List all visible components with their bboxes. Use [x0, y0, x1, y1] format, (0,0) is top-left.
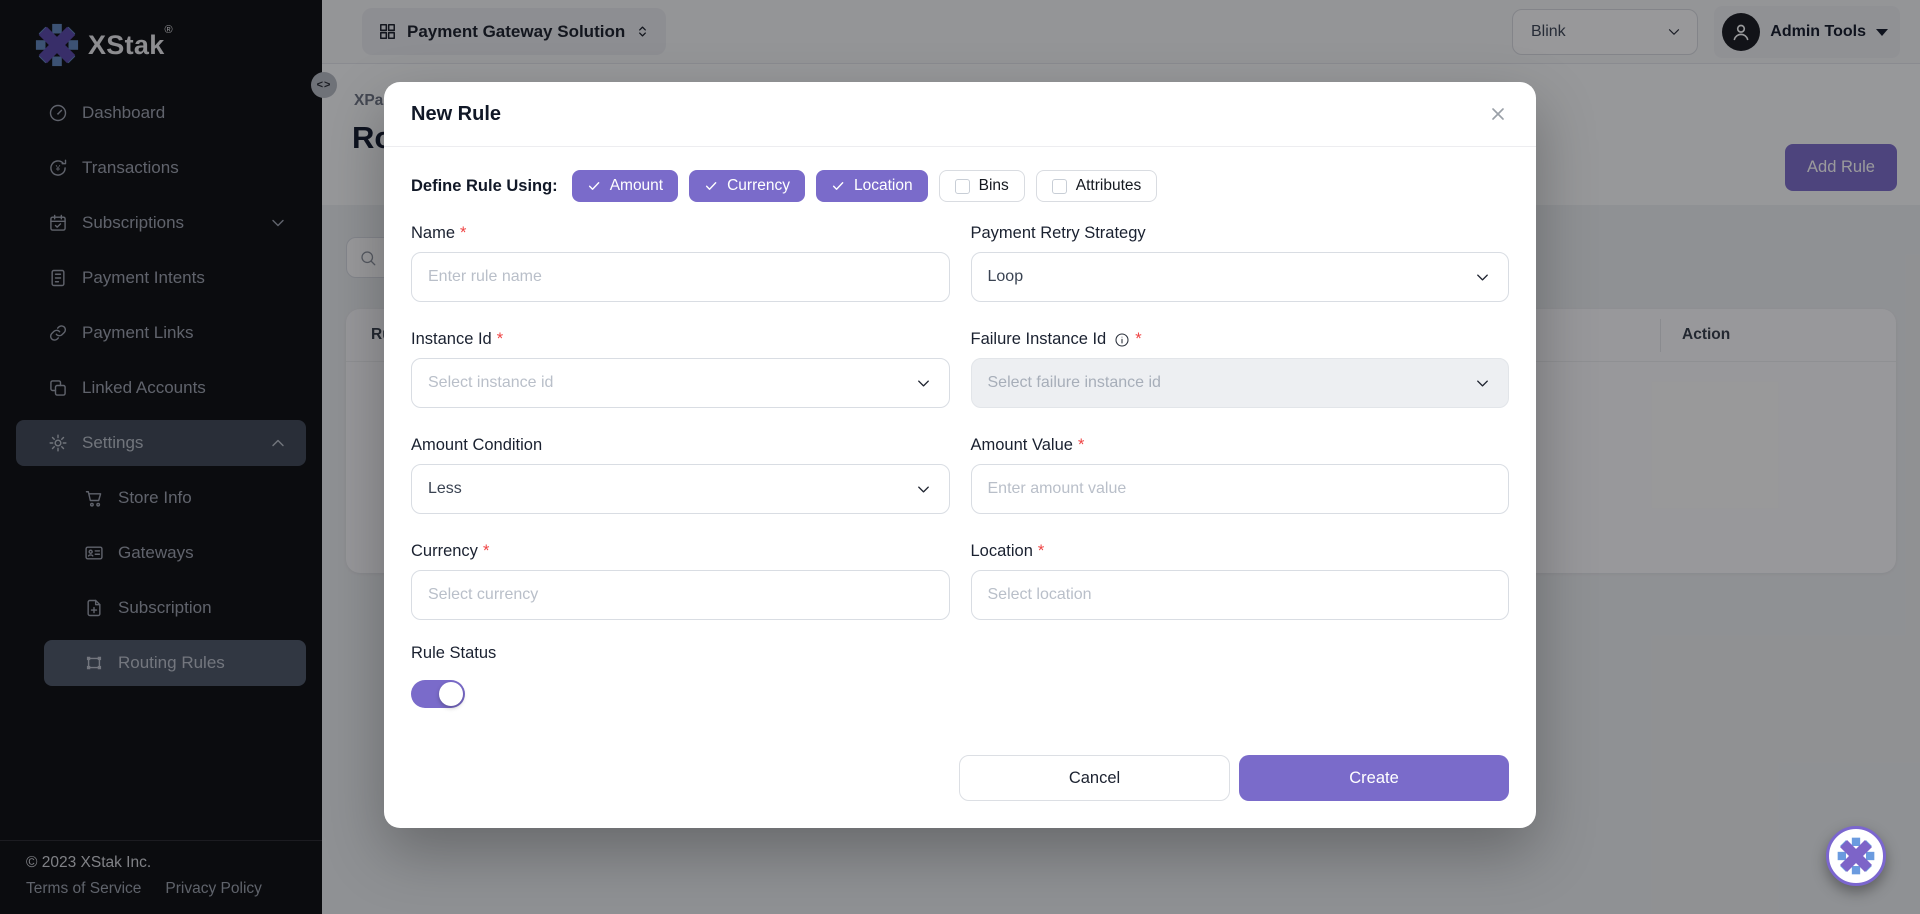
location-label: Location — [971, 542, 1033, 561]
chevron-down-icon — [914, 374, 933, 393]
field-amount-value: Amount Value * — [971, 436, 1510, 514]
failure-instance-id-select: Select failure instance id — [971, 358, 1510, 408]
retry-strategy-label: Payment Retry Strategy — [971, 224, 1146, 243]
failure-instance-id-placeholder: Select failure instance id — [988, 374, 1161, 392]
required-asterisk: * — [1078, 436, 1084, 455]
field-failure-instance-id: Failure Instance Id * Select failure ins… — [971, 330, 1510, 408]
amount-value-input[interactable] — [971, 464, 1510, 514]
app-root: XStak® Dashboard ¥ Transactions Subscrip… — [0, 0, 1920, 914]
field-retry-strategy: Payment Retry Strategy Loop — [971, 224, 1510, 302]
checkbox-empty-icon — [955, 179, 970, 194]
rule-form: Name * Payment Retry Strategy Loop Instan… — [411, 224, 1509, 620]
toggle-currency[interactable]: Currency — [689, 170, 805, 202]
toggle-label: Attributes — [1076, 177, 1141, 195]
retry-strategy-value: Loop — [988, 268, 1024, 286]
close-button[interactable] — [1484, 100, 1512, 128]
toggle-label: Currency — [727, 177, 790, 195]
amount-condition-select[interactable]: Less — [411, 464, 950, 514]
toggle-location[interactable]: Location — [816, 170, 928, 202]
instance-id-label: Instance Id — [411, 330, 492, 349]
amount-condition-value: Less — [428, 480, 462, 498]
xstak-logo-icon — [1836, 836, 1876, 876]
field-amount-condition: Amount Condition Less — [411, 436, 950, 514]
modal-footer: Cancel Create — [959, 755, 1509, 801]
required-asterisk: * — [460, 224, 466, 243]
check-icon — [831, 179, 845, 193]
rule-status-label: Rule Status — [411, 644, 496, 663]
toggle-amount[interactable]: Amount — [572, 170, 678, 202]
create-button[interactable]: Create — [1239, 755, 1509, 801]
currency-label: Currency — [411, 542, 478, 561]
amount-condition-label: Amount Condition — [411, 436, 542, 455]
required-asterisk: * — [1135, 330, 1141, 349]
xstak-floating-button[interactable] — [1826, 826, 1886, 886]
instance-id-select[interactable]: Select instance id — [411, 358, 950, 408]
info-icon[interactable] — [1114, 332, 1130, 348]
field-location: Location * — [971, 542, 1510, 620]
close-icon — [1488, 104, 1508, 124]
toggle-knob — [439, 682, 463, 706]
chevron-down-icon — [914, 480, 933, 499]
toggle-attributes[interactable]: Attributes — [1036, 170, 1157, 202]
retry-strategy-select[interactable]: Loop — [971, 252, 1510, 302]
cancel-button[interactable]: Cancel — [959, 755, 1230, 801]
name-label: Name — [411, 224, 455, 243]
required-asterisk: * — [497, 330, 503, 349]
modal-header: New Rule — [384, 82, 1536, 147]
new-rule-modal: New Rule Define Rule Using: Amount Curre… — [384, 82, 1536, 828]
required-asterisk: * — [483, 542, 489, 561]
check-icon — [704, 179, 718, 193]
define-rule-row: Define Rule Using: Amount Currency Locat… — [411, 170, 1509, 202]
failure-instance-id-label: Failure Instance Id — [971, 330, 1107, 349]
required-asterisk: * — [1038, 542, 1044, 561]
toggle-label: Location — [854, 177, 913, 195]
checkbox-empty-icon — [1052, 179, 1067, 194]
chevron-down-icon — [1473, 268, 1492, 287]
rule-status-block: Rule Status — [411, 644, 1509, 708]
define-rule-label: Define Rule Using: — [411, 177, 558, 196]
field-name: Name * — [411, 224, 950, 302]
amount-value-label: Amount Value — [971, 436, 1073, 455]
check-icon — [587, 179, 601, 193]
field-currency: Currency * — [411, 542, 950, 620]
instance-id-placeholder: Select instance id — [428, 374, 553, 392]
modal-title: New Rule — [411, 103, 501, 126]
chevron-down-icon — [1473, 374, 1492, 393]
rule-status-toggle[interactable] — [411, 680, 465, 708]
currency-input[interactable] — [411, 570, 950, 620]
toggle-label: Bins — [979, 177, 1009, 195]
toggle-bins[interactable]: Bins — [939, 170, 1025, 202]
rule-name-input[interactable] — [411, 252, 950, 302]
toggle-label: Amount — [610, 177, 663, 195]
field-instance-id: Instance Id * Select instance id — [411, 330, 950, 408]
modal-body: Define Rule Using: Amount Currency Locat… — [384, 147, 1536, 708]
location-input[interactable] — [971, 570, 1510, 620]
